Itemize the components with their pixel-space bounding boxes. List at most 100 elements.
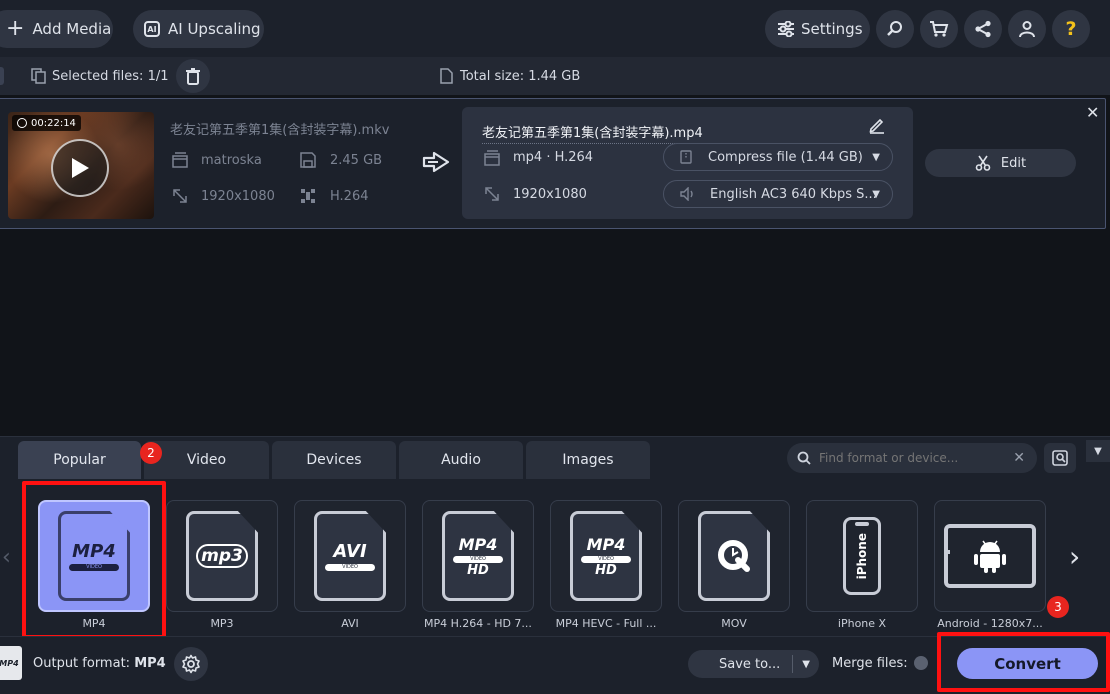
search-button[interactable] bbox=[876, 10, 914, 48]
format-card-mp3[interactable]: mp3 bbox=[166, 500, 278, 612]
output-format-text: Output format: MP4 bbox=[33, 656, 166, 671]
step-badge-2: 2 bbox=[140, 442, 162, 464]
find-device-icon bbox=[1052, 450, 1068, 466]
mp4-hd-icon: MP4 VIDEO HD bbox=[442, 511, 514, 601]
source-filename: 老友记第五季第1集(含封装字幕).mkv bbox=[170, 123, 390, 138]
search-icon bbox=[797, 451, 811, 465]
tab-label: Popular bbox=[53, 452, 106, 468]
tab-audio[interactable]: Audio bbox=[399, 441, 523, 479]
scroll-right-icon[interactable]: › bbox=[1069, 540, 1080, 573]
gear-icon bbox=[182, 654, 200, 674]
source-container: matroska bbox=[201, 153, 262, 168]
selected-files-text: Selected files: 1/1 bbox=[52, 69, 169, 84]
output-format-label: Output format: bbox=[33, 656, 135, 671]
output-filename[interactable]: 老友记第五季第1集(含封装字幕).mp4 bbox=[482, 122, 857, 144]
save-disk-icon bbox=[300, 152, 316, 168]
duration-badge: 00:22:14 bbox=[12, 115, 81, 131]
mp3-icon: mp3 bbox=[186, 511, 258, 601]
format-card-iphone-x[interactable]: iPhone bbox=[806, 500, 918, 612]
tab-video[interactable]: Video bbox=[144, 441, 269, 479]
codec-icon bbox=[301, 189, 315, 203]
search-icon bbox=[887, 21, 902, 36]
format-card-mov[interactable] bbox=[678, 500, 790, 612]
edit-button[interactable]: Edit bbox=[925, 149, 1076, 177]
tab-label: Devices bbox=[306, 452, 362, 468]
speaker-icon bbox=[680, 187, 693, 201]
add-media-label: Add Media bbox=[32, 20, 112, 38]
audio-track-dropdown[interactable]: English AC3 640 Kbps S... ▼ bbox=[663, 180, 893, 208]
cart-button[interactable] bbox=[920, 10, 958, 48]
divider bbox=[792, 655, 793, 673]
tab-devices[interactable]: Devices bbox=[272, 441, 396, 479]
add-media-button[interactable]: + Add Media bbox=[0, 10, 113, 48]
avi-icon: AVI VIDEO bbox=[314, 511, 386, 601]
chevron-down-icon: ▼ bbox=[872, 188, 880, 200]
format-label: iPhone X bbox=[837, 617, 887, 630]
format-label: MP4 H.264 - HD 7... bbox=[424, 617, 532, 630]
ai-upscaling-button[interactable]: AI AI Upscaling bbox=[133, 10, 264, 48]
format-finder-button[interactable] bbox=[1044, 443, 1076, 473]
ai-upscaling-label: AI Upscaling bbox=[168, 20, 261, 38]
help-button[interactable]: ? bbox=[1052, 10, 1090, 48]
format-search-input[interactable] bbox=[819, 451, 999, 465]
compress-dropdown[interactable]: Compress file (1.44 GB) ▼ bbox=[663, 143, 893, 171]
share-button[interactable] bbox=[964, 10, 1002, 48]
container-icon bbox=[172, 152, 188, 168]
total-size-label: Total size: bbox=[460, 69, 529, 84]
tab-images[interactable]: Images bbox=[526, 441, 650, 479]
highlight-box-convert bbox=[937, 632, 1110, 692]
scissors-icon bbox=[975, 155, 991, 171]
format-label: MP3 bbox=[210, 617, 234, 630]
merge-files-toggle[interactable] bbox=[914, 656, 928, 670]
merge-files-label: Merge files: bbox=[832, 656, 908, 671]
quicktime-icon bbox=[698, 511, 770, 601]
output-resize-icon bbox=[485, 187, 499, 201]
delete-button[interactable] bbox=[176, 59, 210, 93]
tab-label: Video bbox=[186, 452, 227, 468]
convert-arrow-icon bbox=[422, 151, 450, 173]
output-format-value: MP4 bbox=[134, 656, 166, 671]
format-settings-button[interactable] bbox=[174, 647, 208, 681]
format-card-mp4-hevc[interactable]: MP4 VIDEO HD bbox=[550, 500, 662, 612]
files-icon bbox=[31, 68, 46, 84]
chevron-down-icon: ▼ bbox=[872, 151, 880, 163]
compress-icon bbox=[680, 150, 692, 164]
format-label: MOV bbox=[721, 617, 747, 630]
sliders-icon bbox=[778, 21, 794, 37]
iphone-icon: iPhone bbox=[843, 517, 881, 595]
compress-label: Compress file (1.44 GB) bbox=[708, 149, 863, 165]
format-label: AVI bbox=[341, 617, 359, 630]
chevron-down-icon[interactable]: ▼ bbox=[802, 659, 810, 670]
cart-icon bbox=[930, 21, 949, 37]
source-resolution: 1920x1080 bbox=[201, 189, 275, 204]
play-button[interactable] bbox=[51, 139, 109, 197]
tab-label: Audio bbox=[441, 452, 481, 468]
play-icon bbox=[72, 158, 89, 178]
output-resolution: 1920x1080 bbox=[513, 187, 587, 202]
format-label: MP4 HEVC - Full ... bbox=[555, 617, 657, 630]
audio-track-label: English AC3 640 Kbps S... bbox=[710, 186, 877, 202]
collapse-panel-button[interactable]: ▼ bbox=[1086, 440, 1110, 462]
select-all-checkbox[interactable] bbox=[0, 67, 4, 85]
share-icon bbox=[975, 20, 991, 38]
format-label: Android - 1280x7... bbox=[937, 617, 1043, 630]
format-card-android[interactable] bbox=[934, 500, 1046, 612]
edit-label: Edit bbox=[1000, 155, 1027, 171]
scroll-left-icon[interactable]: ‹ bbox=[2, 545, 11, 570]
settings-button[interactable]: Settings bbox=[765, 10, 870, 48]
settings-label: Settings bbox=[801, 20, 863, 38]
close-icon[interactable]: ✕ bbox=[1086, 103, 1099, 122]
save-to-label: Save to... bbox=[719, 656, 781, 672]
pencil-icon[interactable] bbox=[868, 116, 886, 134]
video-thumbnail[interactable]: 00:22:14 bbox=[8, 112, 154, 219]
format-card-mp4-h264-hd[interactable]: MP4 VIDEO HD bbox=[422, 500, 534, 612]
total-size-value: 1.44 GB bbox=[528, 69, 581, 84]
format-search[interactable]: ✕ bbox=[787, 443, 1037, 473]
save-to-button[interactable]: Save to... ▼ bbox=[688, 650, 819, 678]
account-button[interactable] bbox=[1008, 10, 1046, 48]
format-card-avi[interactable]: AVI VIDEO bbox=[294, 500, 406, 612]
clear-icon[interactable]: ✕ bbox=[1013, 450, 1025, 466]
tab-popular[interactable]: Popular bbox=[18, 441, 141, 479]
trash-icon bbox=[186, 67, 200, 85]
user-icon bbox=[1019, 21, 1035, 38]
